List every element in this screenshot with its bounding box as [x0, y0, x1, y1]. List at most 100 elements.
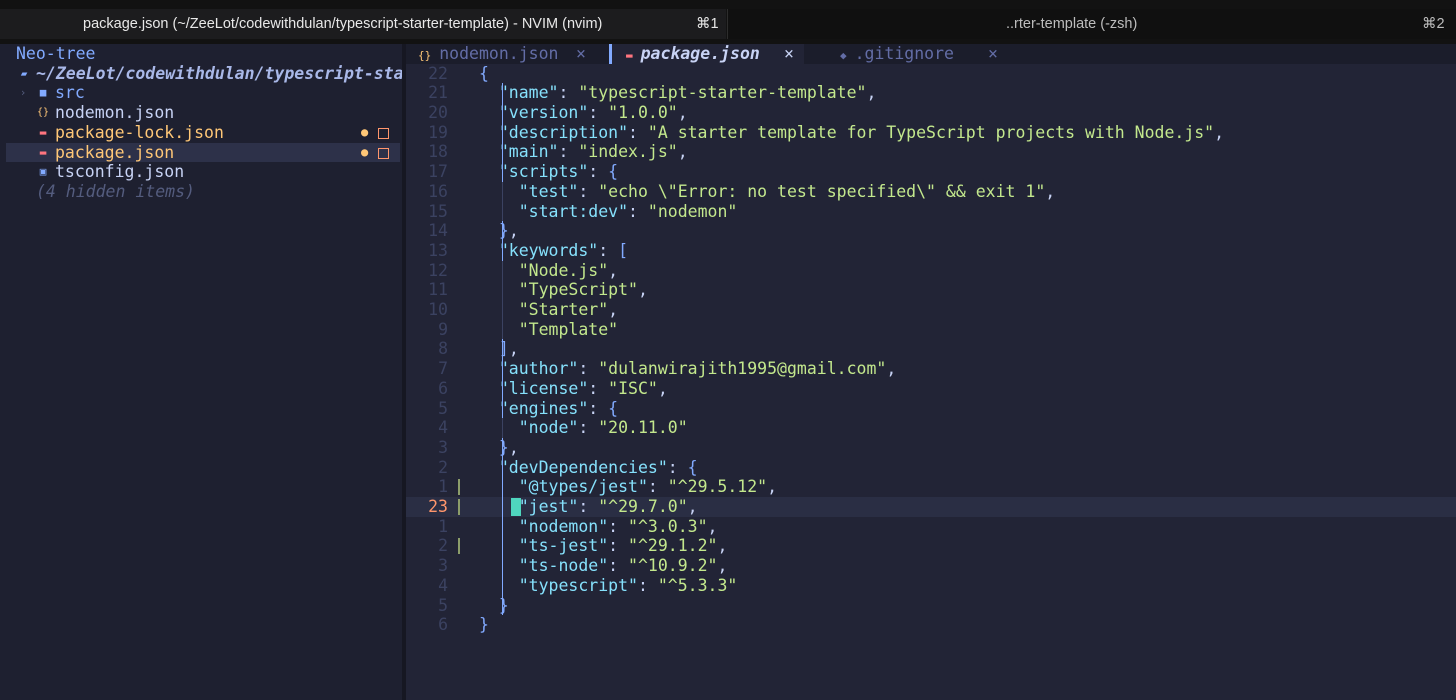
line-number: 6: [438, 615, 448, 635]
code-line[interactable]: 5 "engines": {: [406, 399, 1456, 419]
code-line[interactable]: 8 ],: [406, 339, 1456, 359]
code-text: "version": "1.0.0",: [498, 103, 688, 123]
code-line[interactable]: 13 "keywords": [: [406, 241, 1456, 261]
terminal-tab-title: package.json (~/ZeeLot/codewithdulan/typ…: [83, 16, 603, 32]
code-line[interactable]: 6 "license": "ISC",: [406, 379, 1456, 399]
code-text: {: [479, 63, 489, 83]
terminal-tab-nvim[interactable]: package.json (~/ZeeLot/codewithdulan/typ…: [0, 9, 726, 39]
tree-item-nodemon[interactable]: {} nodemon.json: [6, 103, 400, 123]
line-number: 9: [438, 319, 448, 339]
code-line[interactable]: 16 "test": "echo \"Error: no test specif…: [406, 182, 1456, 202]
code-line[interactable]: 4 "node": "20.11.0": [406, 418, 1456, 438]
buffer-tab-nodemon[interactable]: {} nodemon.json ×: [418, 44, 608, 64]
code-text: "author": "dulanwirajith1995@gmail.com",: [498, 359, 897, 379]
folder-open-icon: ▰: [20, 66, 28, 80]
line-number: 7: [438, 359, 448, 379]
line-number: 6: [438, 378, 448, 398]
code-text: "nodemon": "^3.0.3",: [518, 516, 718, 536]
git-sign-icon: [458, 479, 460, 496]
code-line[interactable]: 18 "main": "index.js",: [406, 142, 1456, 162]
code-line[interactable]: 3 "ts-node": "^10.9.2",: [406, 556, 1456, 576]
line-number: 15: [428, 201, 448, 221]
line-number: 18: [428, 142, 448, 162]
neo-tree-title: Neo-tree: [16, 44, 96, 63]
code-line[interactable]: 3 },: [406, 438, 1456, 458]
code-line[interactable]: 11 "TypeScript",: [406, 280, 1456, 300]
line-number: 8: [438, 339, 448, 359]
code-text: "node": "20.11.0": [518, 418, 688, 438]
git-icon: ◆: [840, 49, 847, 62]
code-text: },: [498, 221, 519, 241]
bufferline: {} nodemon.json × ▬ package.json × ◆ .gitig…: [406, 44, 1456, 64]
line-number: 3: [438, 437, 448, 457]
code-text: "@types/jest": "^29.5.12",: [518, 477, 778, 497]
line-number: 16: [428, 181, 448, 201]
line-number: 14: [428, 221, 448, 241]
code-text: "engines": {: [498, 398, 619, 418]
code-line[interactable]: 2 "ts-jest": "^29.1.2",: [406, 536, 1456, 556]
line-number: 17: [428, 162, 448, 182]
code-line[interactable]: 9 "Template": [406, 320, 1456, 340]
terminal-tab-zsh[interactable]: ..rter-template (-zsh) ⌘2: [727, 9, 1456, 39]
close-icon[interactable]: ×: [576, 44, 586, 64]
code-text: ],: [498, 339, 519, 359]
code-text: "name": "typescript-starter-template",: [498, 83, 877, 103]
code-text: "test": "echo \"Error: no test specified…: [518, 181, 1056, 201]
code-text: "license": "ISC",: [498, 378, 668, 398]
typescript-icon: ▣: [39, 165, 47, 179]
close-icon[interactable]: ×: [988, 44, 998, 64]
tree-item-tsconfig[interactable]: ▣ tsconfig.json: [6, 162, 400, 182]
code-line[interactable]: 15 "start:dev": "nodemon": [406, 202, 1456, 222]
tree-root[interactable]: ▰ ~/ZeeLot/codewithdulan/typescript-sta: [6, 64, 404, 84]
indent-guide: [501, 260, 503, 340]
tree-item-label: nodemon.json: [55, 103, 175, 123]
code-line[interactable]: 10 "Starter",: [406, 300, 1456, 320]
code-line[interactable]: 12 "Node.js",: [406, 261, 1456, 281]
line-number: 23: [428, 497, 448, 517]
tree-item-package-lock[interactable]: ▬ package-lock.json ●: [6, 123, 400, 143]
line-number: 4: [438, 575, 448, 595]
neo-tree-sidebar: Neo-tree ▰ ~/ZeeLot/codewithdulan/typesc…: [6, 44, 404, 700]
code-line[interactable]: 5 }: [406, 596, 1456, 616]
line-number: 21: [428, 83, 448, 103]
code-text: "Template": [518, 319, 619, 339]
code-line[interactable]: 21 "name": "typescript-starter-template"…: [406, 83, 1456, 103]
git-status-icon: [378, 127, 389, 139]
line-number: 1: [438, 477, 448, 497]
code-line[interactable]: 20 "version": "1.0.0",: [406, 103, 1456, 123]
code-line[interactable]: 7 "author": "dulanwirajith1995@gmail.com…: [406, 359, 1456, 379]
chevron-right-icon: ›: [19, 86, 27, 100]
tree-root-path: ~/ZeeLot/codewithdulan/typescript-sta: [36, 63, 404, 83]
line-number: 2: [438, 536, 448, 556]
code-line[interactable]: 4 "typescript": "^5.3.3": [406, 576, 1456, 596]
terminal-tab-shortcut: ⌘2: [1422, 16, 1445, 32]
code-line[interactable]: 2 "devDependencies": {: [406, 458, 1456, 478]
tree-item-label: package.json: [55, 142, 175, 162]
line-number: 13: [428, 240, 448, 260]
code-line[interactable]: 14 },: [406, 221, 1456, 241]
tree-item-label: src: [55, 83, 85, 103]
code-text: "Starter",: [518, 300, 619, 320]
code-line-current[interactable]: 23 "jest": "^29.7.0",: [406, 497, 1456, 517]
line-number: 10: [428, 300, 448, 320]
buffer-tab-package[interactable]: ▬ package.json ×: [609, 44, 804, 64]
indent-guide: [501, 181, 503, 222]
code-line[interactable]: 1 "nodemon": "^3.0.3",: [406, 517, 1456, 537]
close-icon[interactable]: ×: [784, 44, 794, 64]
indent-guide-active: [501, 477, 503, 596]
text-cursor: [510, 498, 521, 517]
code-line[interactable]: 22 {: [406, 64, 1456, 84]
npm-icon: ▬: [39, 145, 47, 159]
code-text: "scripts": {: [498, 162, 619, 182]
line-number: 19: [428, 122, 448, 142]
code-line[interactable]: 6}: [406, 615, 1456, 635]
code-line[interactable]: 1 "@types/jest": "^29.5.12",: [406, 477, 1456, 497]
code-line[interactable]: 17 "scripts": {: [406, 162, 1456, 182]
code-line[interactable]: 19 "description": "A starter template fo…: [406, 123, 1456, 143]
tree-item-src[interactable]: › ■ src: [6, 83, 400, 103]
editor-pane[interactable]: {} nodemon.json × ▬ package.json × ◆ .gitig…: [406, 44, 1456, 700]
tree-item-package[interactable]: ▬ package.json ●: [6, 142, 400, 163]
tree-item-label: tsconfig.json: [55, 162, 185, 182]
npm-icon: ▬: [626, 49, 633, 62]
buffer-tab-gitignore[interactable]: ◆ .gitignore ×: [840, 44, 1010, 64]
